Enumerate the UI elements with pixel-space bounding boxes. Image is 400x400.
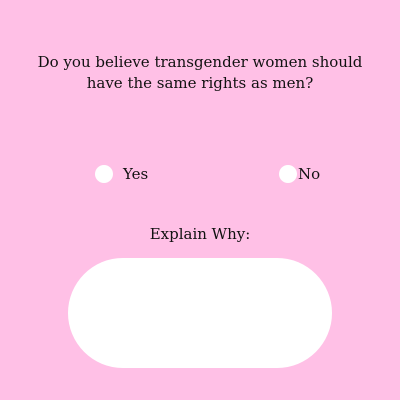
no-label: No [298,165,321,183]
yes-radio-button[interactable] [95,165,113,183]
yes-radio-option[interactable]: Yes [95,164,148,184]
explain-textarea[interactable] [68,258,332,368]
no-radio-option[interactable]: No [279,164,320,184]
yes-label: Yes [123,165,149,183]
question-text: Do you believe transgender women should … [37,53,363,92]
no-radio-button[interactable] [279,165,297,183]
explain-why-label: Explain Why: [149,225,251,243]
